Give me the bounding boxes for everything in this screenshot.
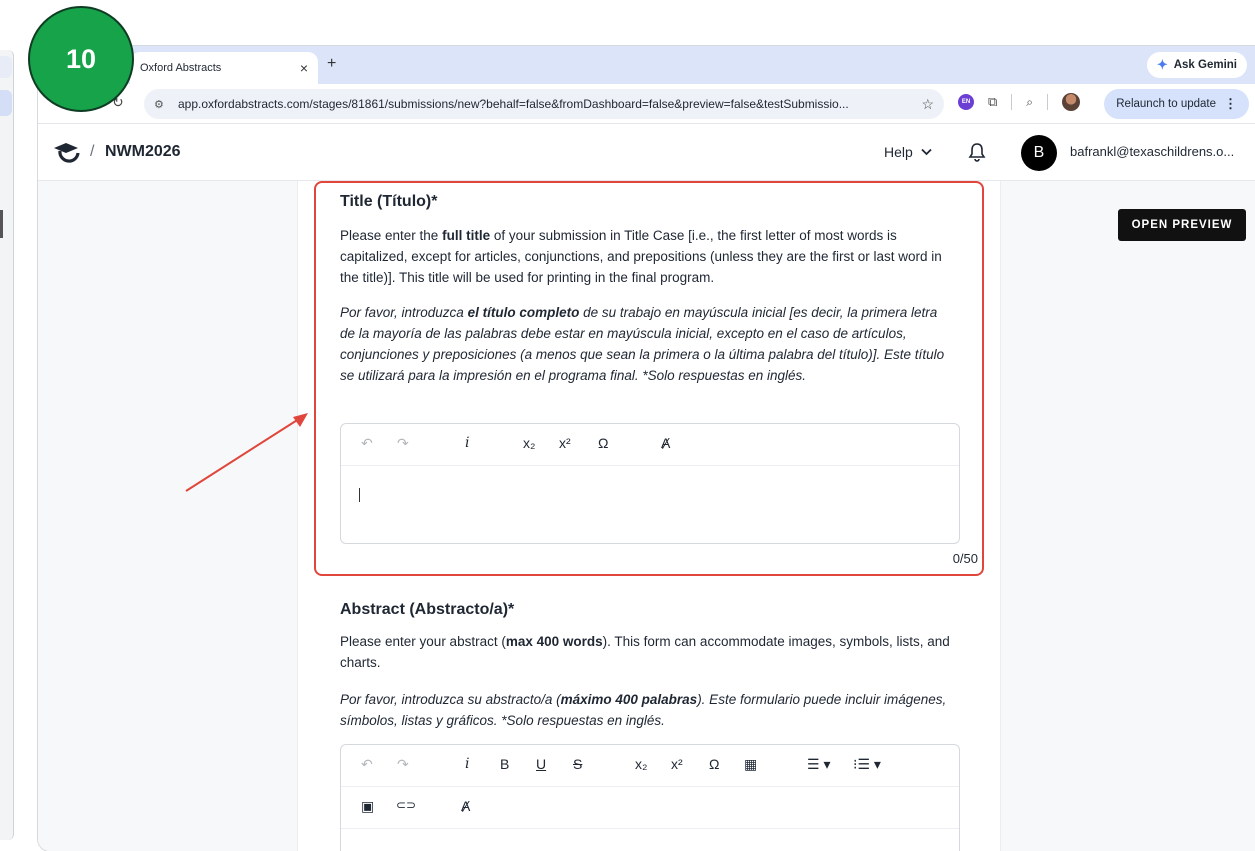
conference-name[interactable]: NWM2026 [105, 143, 181, 161]
insert-link-icon[interactable]: ⊂⊃ [396, 798, 416, 812]
superscript-icon[interactable]: x² [671, 756, 683, 772]
background-scroll-marker [0, 210, 3, 238]
step-number-badge: 10 [28, 6, 134, 112]
title-description-es: Por favor, introduzca el título completo… [340, 305, 945, 383]
abstract-editor-toolbar-row-1: ↶ ↷ i B U S x₂ x² Ω ▦ ☰ ▾ ⁝☰ ▾ [341, 745, 959, 787]
chevron-down-icon [921, 148, 932, 156]
more-menu-icon[interactable]: ⋮ [1224, 96, 1237, 112]
special-characters-icon[interactable]: Ω [709, 756, 719, 772]
tab-title: Oxford Abstracts [140, 62, 222, 74]
italic-icon[interactable]: i [465, 435, 469, 451]
profile-avatar-icon[interactable] [1062, 93, 1081, 111]
undo-icon[interactable]: ↶ [361, 756, 373, 773]
abstract-description-en: Please enter your abstract (max 400 word… [340, 634, 950, 670]
gemini-sparkle-icon: ✦ [1156, 57, 1168, 72]
new-tab-button[interactable]: + [327, 55, 336, 73]
abstract-editor[interactable]: ↶ ↷ i B U S x₂ x² Ω ▦ ☰ ▾ ⁝☰ ▾ ▣ ⊂⊃ Ⱥ [340, 744, 960, 851]
address-bar-row: ↻ ⚙ app.oxfordabstracts.com/stages/81861… [38, 84, 1255, 124]
subscript-icon[interactable]: x₂ [523, 435, 535, 451]
annotation-arrow-icon [185, 413, 308, 492]
open-preview-button[interactable]: OPEN PREVIEW [1118, 209, 1246, 241]
title-editor-toolbar: ↶ ↷ i x₂ x² Ω Ⱥ [341, 424, 959, 466]
app-header: / NWM2026 Help B bafrankl@texaschildrens… [38, 124, 1255, 181]
numbered-list-icon[interactable]: ⁝☰ ▾ [853, 756, 881, 773]
title-field-heading: Title (Título)* [340, 193, 438, 210]
tab-close-icon[interactable]: × [300, 60, 308, 76]
background-tab[interactable] [0, 56, 12, 78]
redo-icon[interactable]: ↷ [397, 756, 409, 773]
abstract-editor-toolbar-row-2: ▣ ⊂⊃ Ⱥ [341, 787, 959, 829]
superscript-icon[interactable]: x² [559, 435, 571, 451]
table-icon[interactable]: ▦ [744, 756, 757, 773]
toolbar-divider [1011, 94, 1013, 110]
subscript-icon[interactable]: x₂ [635, 756, 647, 772]
tab-oxford-abstracts[interactable]: Oxford Abstracts × [130, 52, 318, 84]
user-email[interactable]: bafrankl@texaschildrens.o... [1070, 144, 1234, 159]
clear-formatting-icon[interactable]: Ⱥ [661, 435, 670, 451]
title-character-counter: 0/50 [952, 551, 978, 566]
text-cursor [359, 488, 360, 502]
undo-icon[interactable]: ↶ [361, 435, 373, 452]
toolbar-divider [1047, 94, 1049, 110]
oxford-abstracts-logo-icon[interactable] [52, 141, 86, 163]
special-characters-icon[interactable]: Ω [598, 435, 608, 451]
abstract-field-heading: Abstract (Abstracto/a)* [340, 601, 515, 618]
tab-search-icon[interactable]: ⌕ [1026, 95, 1033, 110]
abstract-description-es: Por favor, introduzca su abstracto/a (má… [340, 692, 947, 728]
italic-icon[interactable]: i [465, 756, 469, 772]
site-settings-icon[interactable]: ⚙ [154, 98, 168, 111]
bookmark-star-icon[interactable]: ☆ [921, 96, 934, 113]
bell-icon[interactable] [968, 142, 986, 162]
title-editor[interactable]: ↶ ↷ i x₂ x² Ω Ⱥ [340, 423, 960, 544]
help-menu-button[interactable]: Help [884, 144, 932, 160]
background-window [0, 50, 14, 840]
user-avatar[interactable]: B [1021, 135, 1057, 171]
breadcrumb-separator: / [90, 143, 95, 160]
background-tab-active[interactable] [0, 90, 12, 116]
tab-strip: Oxford Abstracts × + ✦ Ask Gemini [38, 46, 1255, 84]
ask-gemini-button[interactable]: ✦ Ask Gemini [1146, 52, 1247, 78]
bullet-list-icon[interactable]: ☰ ▾ [807, 756, 830, 773]
redo-icon[interactable]: ↷ [397, 435, 409, 452]
address-bar[interactable]: ⚙ app.oxfordabstracts.com/stages/81861/s… [144, 89, 944, 119]
submission-form: Title (Título)* Please enter the full ti… [297, 181, 1001, 851]
insert-image-icon[interactable]: ▣ [361, 798, 374, 815]
relaunch-label: Relaunch to update [1116, 98, 1216, 110]
help-label: Help [884, 144, 913, 160]
clear-formatting-icon[interactable]: Ⱥ [461, 798, 470, 814]
underline-icon[interactable]: U [536, 756, 546, 772]
url-text[interactable]: app.oxfordabstracts.com/stages/81861/sub… [178, 97, 915, 111]
ask-gemini-label: Ask Gemini [1173, 59, 1237, 71]
strikethrough-icon[interactable]: S [573, 756, 582, 772]
language-extension-icon[interactable]: EN [958, 94, 974, 110]
relaunch-button[interactable]: Relaunch to update ⋮ [1104, 89, 1249, 119]
bold-icon[interactable]: B [500, 756, 509, 772]
submission-content: Title (Título)* Please enter the full ti… [38, 181, 1255, 851]
title-description-en: Please enter the full title of your subm… [340, 228, 942, 285]
extensions-icon[interactable]: ⧉ [988, 94, 997, 110]
